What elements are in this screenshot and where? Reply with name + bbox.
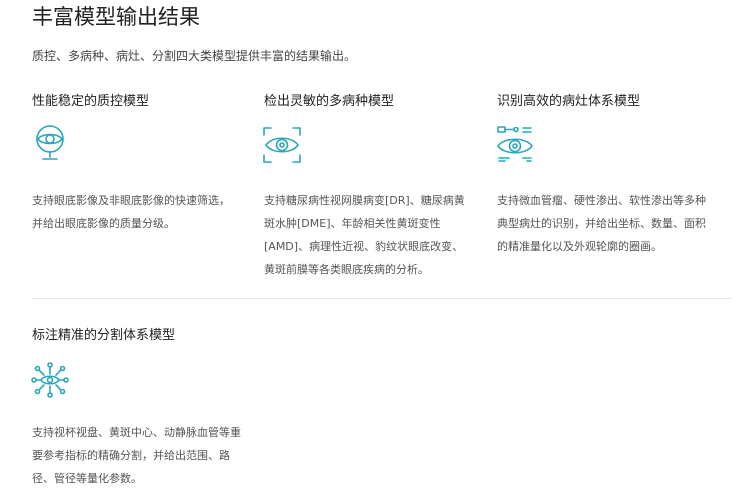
page-subtitle: 质控、多病种、病灶、分割四大类模型提供丰富的结果输出。 — [32, 49, 357, 63]
card-title: 性能稳定的质控模型 — [32, 94, 150, 109]
card-quality-control: 性能稳定的质控模型 支持眼底影像及非眼底影像的快速筛选，并给出眼底影像的质量分级… — [32, 93, 247, 230]
card-lesion: 识别高效的病灶体系模型 支持微血管瘤、硬性渗出、软性渗出等多种典型病灶的识别，并… — [497, 93, 712, 253]
card-title: 识别高效的病灶体系模型 — [497, 94, 641, 109]
eye-detect-icon — [495, 124, 535, 164]
eye-monitor-icon — [30, 123, 70, 163]
section-divider — [32, 298, 732, 299]
card-description: 支持眼底影像及非眼底影像的快速筛选，并给出眼底影像的质量分级。 — [32, 194, 230, 230]
card-description: 支持糖尿病性视网膜病变[DR]、糖尿病黄斑水肿[DME]、年龄相关性黄斑变性[A… — [264, 194, 465, 276]
card-title: 检出灵敏的多病种模型 — [264, 94, 395, 109]
eye-scan-icon — [262, 125, 302, 165]
eye-network-icon — [30, 360, 70, 400]
card-description: 支持视杯视盘、黄斑中心、动静脉血管等重要参考指标的精确分割，并给出范围、路径、管… — [32, 426, 241, 485]
card-description: 支持微血管瘤、硬性渗出、软性渗出等多种典型病灶的识别，并给出坐标、数量、面积的精… — [497, 194, 706, 253]
card-title: 标注精准的分割体系模型 — [32, 328, 176, 343]
page-title: 丰富模型输出结果 — [32, 5, 200, 29]
card-multi-disease: 检出灵敏的多病种模型 支持糖尿病性视网膜病变[DR]、糖尿病黄斑水肿[DME]、… — [263, 93, 479, 276]
card-segmentation: 标注精准的分割体系模型 支持视杯视盘、黄斑中心、动静脉血管等重要参考指标的精确分… — [31, 327, 247, 485]
